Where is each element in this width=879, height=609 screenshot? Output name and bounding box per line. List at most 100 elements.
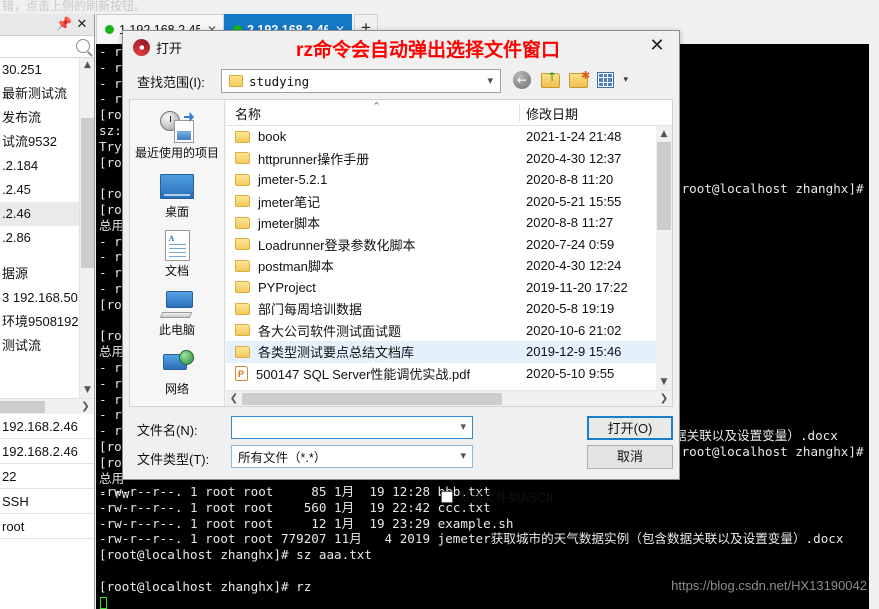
column-divider bbox=[519, 104, 520, 122]
scroll-right-icon[interactable]: ❯ bbox=[78, 399, 93, 415]
file-name: 部门每周培训数据 bbox=[258, 299, 362, 318]
property-row: root bbox=[0, 514, 94, 539]
file-row[interactable]: 500147 SQL Server性能调优实战.pdf2020-5-10 9:5… bbox=[226, 363, 656, 385]
file-date: 2020-5-10 9:55 bbox=[526, 366, 614, 381]
folder-icon bbox=[235, 303, 250, 315]
property-row: SSH bbox=[0, 489, 94, 514]
dock-titlebar: 📌 ✕ bbox=[0, 14, 94, 36]
scroll-left-icon[interactable]: ❮ bbox=[226, 391, 242, 407]
session-manager-panel: 📌 ✕ 30.251 最新测试流 发布流 试流9532 .2.184 .2.45… bbox=[0, 14, 95, 609]
file-date: 2019-12-9 15:46 bbox=[526, 344, 621, 359]
file-date: 2020-4-30 12:24 bbox=[526, 258, 621, 273]
file-list-hscrollbar[interactable]: ❮ ❯ bbox=[226, 390, 672, 406]
filename-input[interactable]: ▾ bbox=[231, 416, 473, 439]
top-clipped-text: 错，点击上侧的刷新按钮。 bbox=[0, 0, 280, 14]
new-folder-button[interactable]: ✱ bbox=[569, 70, 591, 91]
pin-icon[interactable]: 📌 bbox=[56, 16, 72, 34]
up-folder-button[interactable]: ↑ bbox=[541, 70, 563, 91]
view-options-button[interactable]: ▾ bbox=[597, 70, 619, 91]
back-arrow-icon bbox=[513, 71, 531, 89]
file-row[interactable]: jmeter脚本2020-8-8 11:27 bbox=[226, 212, 656, 234]
file-list-header: 名称 ⌃ 修改日期 bbox=[226, 100, 672, 126]
folder-icon bbox=[235, 260, 250, 272]
ascii-checkbox[interactable] bbox=[441, 491, 453, 503]
chevron-down-icon[interactable]: ▾ bbox=[623, 75, 628, 85]
lookin-combobox[interactable]: studying ▾ bbox=[221, 69, 501, 93]
session-properties: 192.168.2.46 192.168.2.46 22 SSH root bbox=[0, 414, 94, 609]
open-file-dialog: 打开 rz命令会自动弹出选择文件窗口 ✕ 查找范围(I): studying ▾… bbox=[122, 30, 680, 480]
file-row[interactable]: Loadrunner登录参数化脚本2020-7-24 0:59 bbox=[226, 234, 656, 256]
back-button[interactable] bbox=[513, 70, 535, 91]
folder-icon bbox=[235, 238, 250, 250]
scrollbar-thumb[interactable] bbox=[657, 142, 671, 230]
file-row[interactable]: 各类型测试要点总结文档库 2019-12-9 15:46 bbox=[226, 341, 656, 363]
scroll-up-icon[interactable]: ▲ bbox=[656, 126, 672, 142]
file-row[interactable]: book2021-1-24 21:48 bbox=[226, 126, 656, 148]
column-header-date[interactable]: 修改日期 bbox=[526, 104, 578, 123]
place-documents[interactable]: A 文档 bbox=[130, 226, 225, 279]
file-date: 2019-11-20 17:22 bbox=[526, 280, 628, 295]
terminal-right-tail-2: [root@localhost zhanghx]# ^C bbox=[674, 444, 869, 460]
file-row[interactable]: postman脚本2020-4-30 12:24 bbox=[226, 255, 656, 277]
session-tree-vscrollbar[interactable]: ▲ ▼ bbox=[79, 58, 94, 398]
file-row[interactable]: jmeter笔记2020-5-21 15:55 bbox=[226, 191, 656, 213]
pdf-file-icon bbox=[235, 366, 248, 381]
scrollbar-thumb[interactable] bbox=[0, 401, 45, 413]
chevron-down-icon[interactable]: ▾ bbox=[460, 420, 466, 433]
scroll-right-icon[interactable]: ❯ bbox=[656, 391, 672, 407]
chevron-down-icon[interactable]: ▾ bbox=[487, 74, 493, 87]
scrollbar-thumb[interactable] bbox=[242, 393, 502, 405]
file-row[interactable]: 各大公司软件测试面试题2020-10-6 21:02 bbox=[226, 320, 656, 342]
terminal-right-tail-1: 据关联以及设置变量）.docx bbox=[674, 428, 838, 444]
place-label: 最近使用的项目 bbox=[130, 146, 225, 161]
folder-icon bbox=[235, 217, 250, 229]
scroll-down-icon[interactable]: ▼ bbox=[656, 374, 672, 390]
dialog-body: 最近使用的项目 桌面 A 文档 bbox=[129, 99, 673, 407]
scroll-up-icon[interactable]: ▲ bbox=[80, 58, 95, 73]
column-header-name[interactable]: 名称 bbox=[235, 104, 261, 123]
file-rows-container[interactable]: book2021-1-24 21:48httprunner操作手册2020-4-… bbox=[226, 126, 656, 390]
place-this-pc[interactable]: 此电脑 bbox=[130, 285, 225, 338]
file-name: jmeter-5.2.1 bbox=[258, 172, 327, 187]
session-tree-hscrollbar[interactable]: ❯ bbox=[0, 398, 94, 414]
file-row[interactable]: httprunner操作手册2020-4-30 12:37 bbox=[226, 148, 656, 170]
terminal-scroll-gutter[interactable] bbox=[869, 44, 879, 609]
file-date: 2020-10-6 21:02 bbox=[526, 323, 621, 338]
filetype-select[interactable]: 所有文件（*.*） ▾ bbox=[231, 445, 473, 468]
dialog-close-icon[interactable]: ✕ bbox=[635, 31, 679, 61]
status-dot-icon bbox=[105, 25, 114, 34]
search-icon bbox=[76, 39, 90, 53]
file-date: 2020-8-8 11:27 bbox=[526, 215, 613, 230]
scroll-down-icon[interactable]: ▼ bbox=[80, 383, 95, 398]
folder-icon bbox=[235, 131, 250, 143]
open-button[interactable]: 打开(O) bbox=[587, 416, 673, 440]
ascii-checkbox-row[interactable]: 发送文件到ASCII bbox=[441, 487, 553, 506]
file-name: httprunner操作手册 bbox=[258, 149, 369, 168]
place-network[interactable]: 网络 bbox=[130, 344, 225, 397]
network-icon bbox=[130, 344, 225, 382]
terminal-cursor bbox=[100, 595, 107, 609]
file-row[interactable]: jmeter-5.2.12020-8-8 11:20 bbox=[226, 169, 656, 191]
folder-icon bbox=[235, 152, 250, 164]
file-list: 名称 ⌃ 修改日期 book2021-1-24 21:48httprunner操… bbox=[226, 100, 672, 406]
chevron-down-icon[interactable]: ▾ bbox=[460, 449, 466, 462]
scrollbar-thumb[interactable] bbox=[81, 118, 94, 268]
folder-icon bbox=[235, 195, 250, 207]
file-date: 2020-5-8 19:19 bbox=[526, 301, 614, 316]
dock-search-input[interactable] bbox=[0, 36, 94, 58]
desktop-icon bbox=[130, 167, 225, 205]
cancel-button[interactable]: 取消 bbox=[587, 445, 673, 469]
filetype-label: 文件类型(T): bbox=[137, 449, 209, 468]
file-name: 各类型测试要点总结文档库 bbox=[258, 342, 414, 361]
property-row: 192.168.2.46 bbox=[0, 414, 94, 439]
close-icon[interactable]: ✕ bbox=[74, 16, 90, 34]
place-recent-items[interactable]: 最近使用的项目 bbox=[130, 108, 225, 161]
file-row[interactable]: PYProject2019-11-20 17:22 bbox=[226, 277, 656, 299]
file-list-vscrollbar[interactable]: ▲ ▼ bbox=[656, 126, 672, 390]
folder-icon bbox=[229, 75, 243, 87]
folder-icon bbox=[235, 174, 250, 186]
dialog-title: 打开 bbox=[156, 38, 182, 57]
file-date: 2020-7-24 0:59 bbox=[526, 237, 614, 252]
file-row[interactable]: 部门每周培训数据 2020-5-8 19:19 bbox=[226, 298, 656, 320]
place-desktop[interactable]: 桌面 bbox=[130, 167, 225, 220]
